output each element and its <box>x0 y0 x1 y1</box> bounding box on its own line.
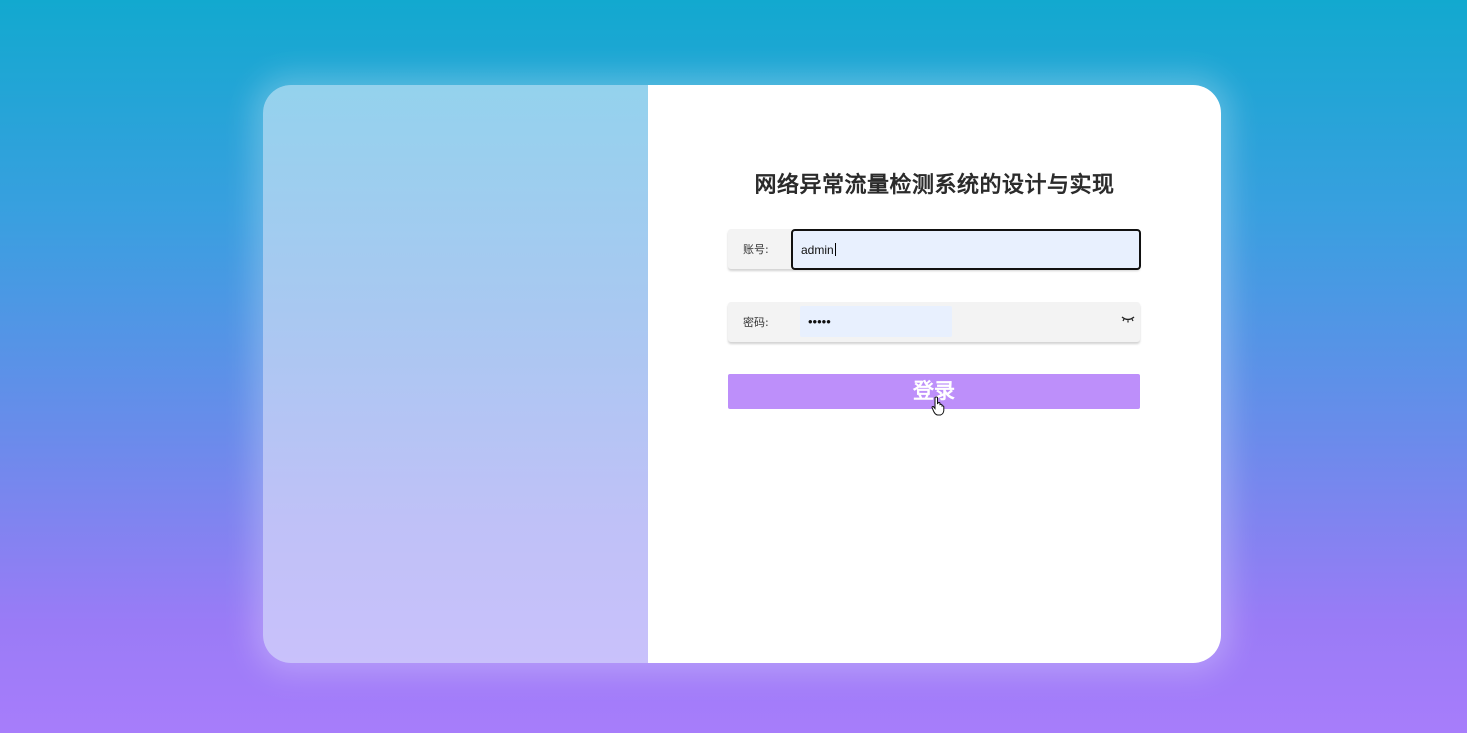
decorative-panel <box>263 85 648 663</box>
password-label: 密码: <box>743 316 769 329</box>
login-form-panel: 网络异常流量检测系统的设计与实现 账号: admin 密码: ••••• 登录 <box>648 85 1221 663</box>
page-title: 网络异常流量检测系统的设计与实现 <box>754 173 1115 198</box>
account-value: admin <box>801 242 834 257</box>
hand-pointer-icon <box>931 396 945 416</box>
login-card: 网络异常流量检测系统的设计与实现 账号: admin 密码: ••••• 登录 <box>263 85 1221 663</box>
eye-closed-icon[interactable] <box>1121 314 1135 324</box>
account-input[interactable]: admin <box>791 229 1141 270</box>
password-input[interactable]: ••••• <box>800 306 952 337</box>
account-label: 账号: <box>743 243 769 256</box>
password-row: 密码: ••••• <box>728 302 1140 342</box>
text-caret <box>834 243 836 256</box>
account-row: 账号: admin <box>728 229 1141 270</box>
